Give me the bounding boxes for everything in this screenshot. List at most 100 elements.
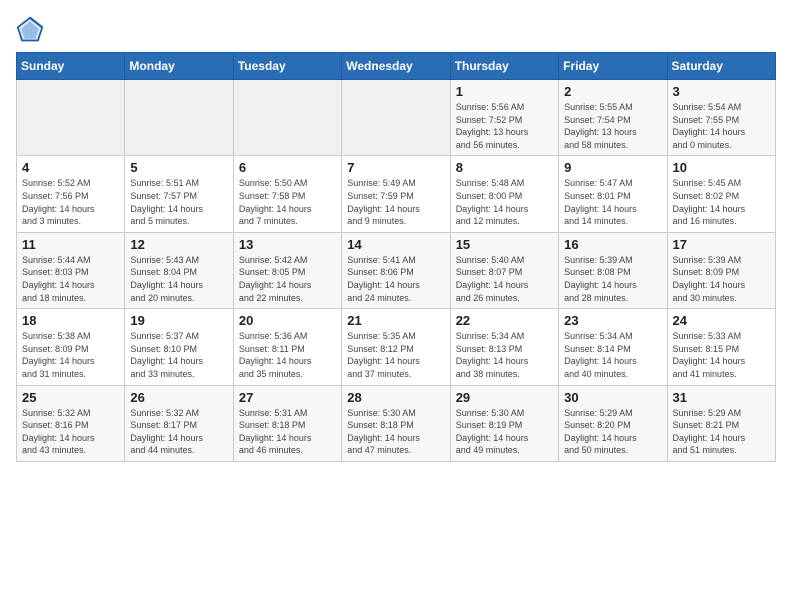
day-info: Sunrise: 5:55 AM Sunset: 7:54 PM Dayligh…: [564, 101, 661, 151]
calendar-cell: 11 Sunrise: 5:44 AM Sunset: 8:03 PM Dayli…: [17, 232, 125, 308]
logo: [16, 16, 48, 44]
calendar-week-row: 1 Sunrise: 5:56 AM Sunset: 7:52 PM Daylig…: [17, 80, 776, 156]
day-info: Sunrise: 5:30 AM Sunset: 8:19 PM Dayligh…: [456, 407, 553, 457]
day-info: Sunrise: 5:49 AM Sunset: 7:59 PM Dayligh…: [347, 177, 444, 227]
calendar-cell: 29 Sunrise: 5:30 AM Sunset: 8:19 PM Dayli…: [450, 385, 558, 461]
day-number: 19: [130, 313, 227, 328]
day-number: 30: [564, 390, 661, 405]
day-header-friday: Friday: [559, 53, 667, 80]
day-number: 23: [564, 313, 661, 328]
day-number: 20: [239, 313, 336, 328]
day-header-monday: Monday: [125, 53, 233, 80]
calendar-cell: 22 Sunrise: 5:34 AM Sunset: 8:13 PM Dayli…: [450, 309, 558, 385]
calendar-cell: 27 Sunrise: 5:31 AM Sunset: 8:18 PM Dayli…: [233, 385, 341, 461]
calendar-cell: 26Sunrise: 5:32 AM Sunset: 8:17 PM Dayli…: [125, 385, 233, 461]
day-number: 6: [239, 160, 336, 175]
day-number: 11: [22, 237, 119, 252]
day-number: 2: [564, 84, 661, 99]
day-info: Sunrise: 5:35 AM Sunset: 8:12 PM Dayligh…: [347, 330, 444, 380]
day-header-saturday: Saturday: [667, 53, 775, 80]
calendar-cell: 4 Sunrise: 5:52 AM Sunset: 7:56 PM Daylig…: [17, 156, 125, 232]
day-info: Sunrise: 5:40 AM Sunset: 8:07 PM Dayligh…: [456, 254, 553, 304]
calendar-cell: [233, 80, 341, 156]
day-info: Sunrise: 5:37 AM Sunset: 8:10 PM Dayligh…: [130, 330, 227, 380]
day-info: Sunrise: 5:29 AM Sunset: 8:21 PM Dayligh…: [673, 407, 770, 457]
calendar-cell: 21Sunrise: 5:35 AM Sunset: 8:12 PM Dayli…: [342, 309, 450, 385]
calendar-cell: 1 Sunrise: 5:56 AM Sunset: 7:52 PM Daylig…: [450, 80, 558, 156]
calendar-cell: 13 Sunrise: 5:42 AM Sunset: 8:05 PM Dayli…: [233, 232, 341, 308]
day-info: Sunrise: 5:30 AM Sunset: 8:18 PM Dayligh…: [347, 407, 444, 457]
calendar-cell: 10 Sunrise: 5:45 AM Sunset: 8:02 PM Dayli…: [667, 156, 775, 232]
calendar-cell: 16 Sunrise: 5:39 AM Sunset: 8:08 PM Dayli…: [559, 232, 667, 308]
page-header: [16, 16, 776, 44]
calendar-cell: 17Sunrise: 5:39 AM Sunset: 8:09 PM Dayli…: [667, 232, 775, 308]
day-number: 29: [456, 390, 553, 405]
calendar-cell: [17, 80, 125, 156]
calendar-cell: 8Sunrise: 5:48 AM Sunset: 8:00 PM Daylig…: [450, 156, 558, 232]
calendar-cell: 7 Sunrise: 5:49 AM Sunset: 7:59 PM Daylig…: [342, 156, 450, 232]
day-header-thursday: Thursday: [450, 53, 558, 80]
calendar-cell: 12 Sunrise: 5:43 AM Sunset: 8:04 PM Dayli…: [125, 232, 233, 308]
day-info: Sunrise: 5:54 AM Sunset: 7:55 PM Dayligh…: [673, 101, 770, 151]
day-header-sunday: Sunday: [17, 53, 125, 80]
day-info: Sunrise: 5:51 AM Sunset: 7:57 PM Dayligh…: [130, 177, 227, 227]
calendar-cell: 30 Sunrise: 5:29 AM Sunset: 8:20 PM Dayli…: [559, 385, 667, 461]
calendar-cell: 15 Sunrise: 5:40 AM Sunset: 8:07 PM Dayli…: [450, 232, 558, 308]
day-info: Sunrise: 5:42 AM Sunset: 8:05 PM Dayligh…: [239, 254, 336, 304]
day-info: Sunrise: 5:39 AM Sunset: 8:08 PM Dayligh…: [564, 254, 661, 304]
day-number: 15: [456, 237, 553, 252]
day-number: 5: [130, 160, 227, 175]
calendar-week-row: 25 Sunrise: 5:32 AM Sunset: 8:16 PM Dayli…: [17, 385, 776, 461]
calendar-week-row: 18Sunrise: 5:38 AM Sunset: 8:09 PM Dayli…: [17, 309, 776, 385]
day-number: 1: [456, 84, 553, 99]
day-number: 9: [564, 160, 661, 175]
day-info: Sunrise: 5:52 AM Sunset: 7:56 PM Dayligh…: [22, 177, 119, 227]
logo-icon: [16, 16, 44, 44]
calendar-cell: 2 Sunrise: 5:55 AM Sunset: 7:54 PM Daylig…: [559, 80, 667, 156]
day-info: Sunrise: 5:32 AM Sunset: 8:16 PM Dayligh…: [22, 407, 119, 457]
calendar-cell: [342, 80, 450, 156]
day-info: Sunrise: 5:41 AM Sunset: 8:06 PM Dayligh…: [347, 254, 444, 304]
day-number: 7: [347, 160, 444, 175]
day-number: 13: [239, 237, 336, 252]
calendar-cell: 31Sunrise: 5:29 AM Sunset: 8:21 PM Dayli…: [667, 385, 775, 461]
day-info: Sunrise: 5:29 AM Sunset: 8:20 PM Dayligh…: [564, 407, 661, 457]
day-number: 14: [347, 237, 444, 252]
day-info: Sunrise: 5:48 AM Sunset: 8:00 PM Dayligh…: [456, 177, 553, 227]
calendar-cell: 14 Sunrise: 5:41 AM Sunset: 8:06 PM Dayli…: [342, 232, 450, 308]
day-number: 12: [130, 237, 227, 252]
day-info: Sunrise: 5:44 AM Sunset: 8:03 PM Dayligh…: [22, 254, 119, 304]
day-number: 16: [564, 237, 661, 252]
calendar-cell: 5 Sunrise: 5:51 AM Sunset: 7:57 PM Daylig…: [125, 156, 233, 232]
calendar-cell: [125, 80, 233, 156]
day-number: 3: [673, 84, 770, 99]
calendar-cell: 18Sunrise: 5:38 AM Sunset: 8:09 PM Dayli…: [17, 309, 125, 385]
calendar-cell: 19 Sunrise: 5:37 AM Sunset: 8:10 PM Dayli…: [125, 309, 233, 385]
calendar-cell: 25 Sunrise: 5:32 AM Sunset: 8:16 PM Dayli…: [17, 385, 125, 461]
day-number: 18: [22, 313, 119, 328]
calendar-cell: 28 Sunrise: 5:30 AM Sunset: 8:18 PM Dayli…: [342, 385, 450, 461]
calendar-cell: 3 Sunrise: 5:54 AM Sunset: 7:55 PM Daylig…: [667, 80, 775, 156]
calendar-week-row: 4 Sunrise: 5:52 AM Sunset: 7:56 PM Daylig…: [17, 156, 776, 232]
day-number: 24: [673, 313, 770, 328]
day-info: Sunrise: 5:43 AM Sunset: 8:04 PM Dayligh…: [130, 254, 227, 304]
day-number: 25: [22, 390, 119, 405]
day-number: 22: [456, 313, 553, 328]
day-header-wednesday: Wednesday: [342, 53, 450, 80]
calendar-cell: 6 Sunrise: 5:50 AM Sunset: 7:58 PM Daylig…: [233, 156, 341, 232]
day-info: Sunrise: 5:56 AM Sunset: 7:52 PM Dayligh…: [456, 101, 553, 151]
day-number: 28: [347, 390, 444, 405]
day-info: Sunrise: 5:50 AM Sunset: 7:58 PM Dayligh…: [239, 177, 336, 227]
day-info: Sunrise: 5:33 AM Sunset: 8:15 PM Dayligh…: [673, 330, 770, 380]
calendar-cell: 24 Sunrise: 5:33 AM Sunset: 8:15 PM Dayli…: [667, 309, 775, 385]
calendar-header-row: SundayMondayTuesdayWednesdayThursdayFrid…: [17, 53, 776, 80]
day-number: 4: [22, 160, 119, 175]
day-header-tuesday: Tuesday: [233, 53, 341, 80]
day-info: Sunrise: 5:45 AM Sunset: 8:02 PM Dayligh…: [673, 177, 770, 227]
day-info: Sunrise: 5:31 AM Sunset: 8:18 PM Dayligh…: [239, 407, 336, 457]
day-info: Sunrise: 5:34 AM Sunset: 8:14 PM Dayligh…: [564, 330, 661, 380]
day-number: 10: [673, 160, 770, 175]
day-number: 27: [239, 390, 336, 405]
day-info: Sunrise: 5:47 AM Sunset: 8:01 PM Dayligh…: [564, 177, 661, 227]
day-info: Sunrise: 5:34 AM Sunset: 8:13 PM Dayligh…: [456, 330, 553, 380]
